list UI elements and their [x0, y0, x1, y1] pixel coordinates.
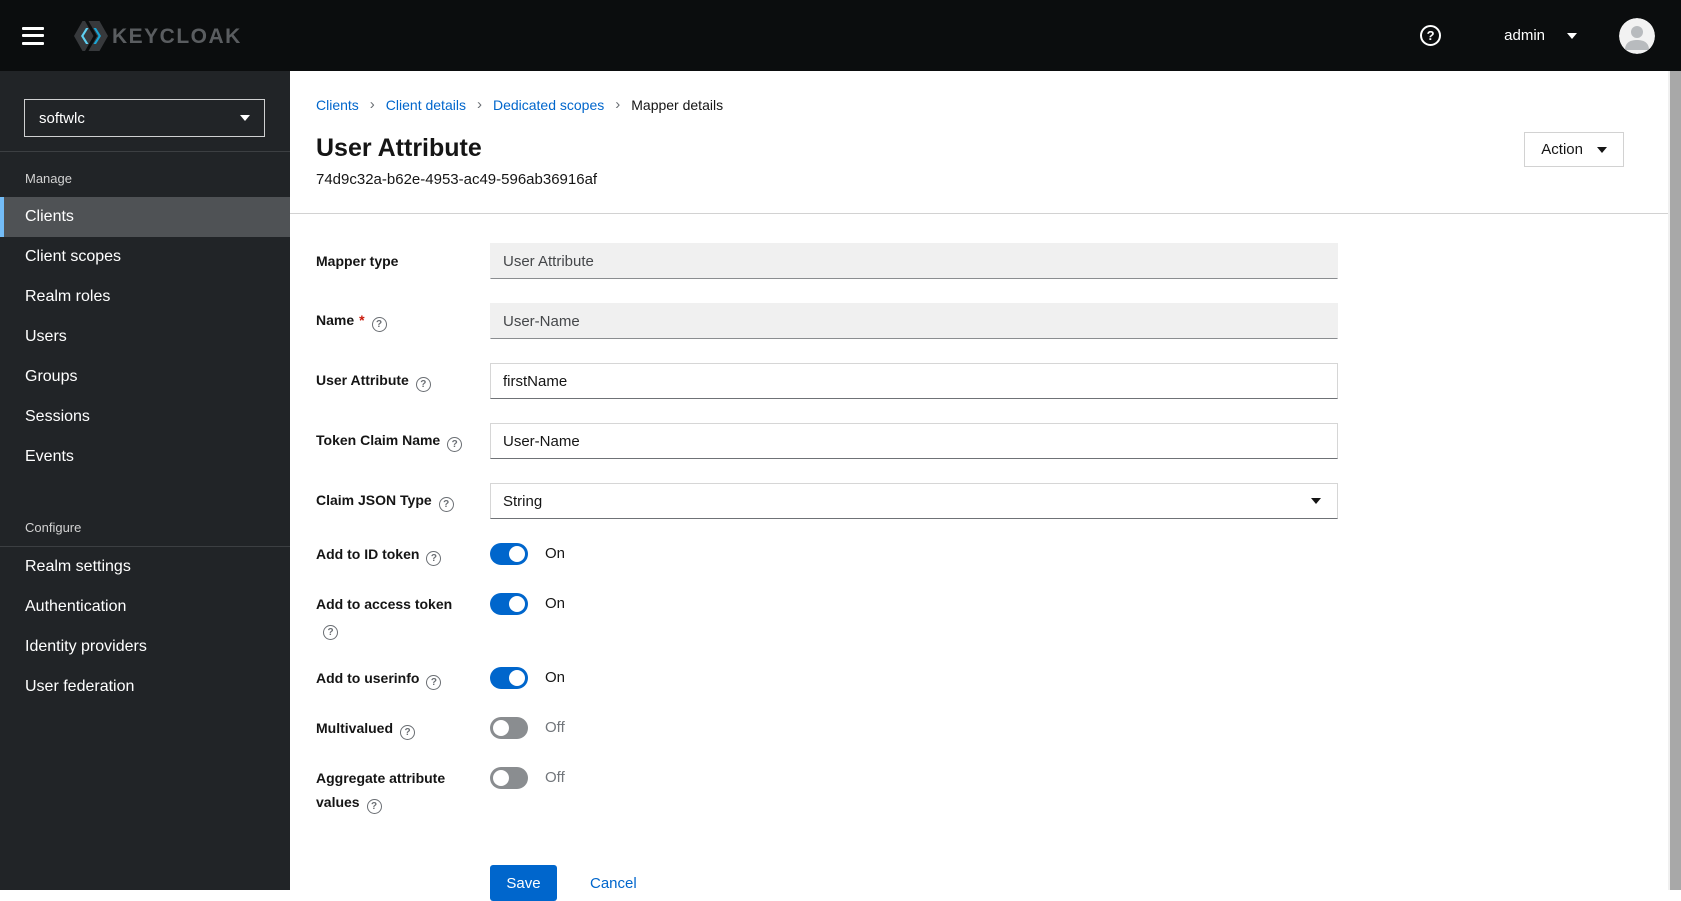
sidebar-item-events[interactable]: Events	[0, 437, 290, 477]
form-actions: Save Cancel	[316, 865, 1668, 901]
mapper-form: Mapper type Name*? User Attribute?	[290, 214, 1668, 901]
sidebar-item-client-scopes[interactable]: Client scopes	[0, 237, 290, 277]
sidebar: softwlc Manage Clients Client scopes Rea…	[0, 71, 290, 890]
sidebar-item-authentication[interactable]: Authentication	[0, 587, 290, 627]
breadcrumb-clients[interactable]: Clients	[316, 97, 359, 113]
add-to-userinfo-toggle[interactable]	[490, 667, 528, 689]
nav-section-configure: Configure	[25, 520, 82, 535]
sidebar-item-user-federation[interactable]: User federation	[0, 667, 290, 707]
mapper-id: 74d9c32a-b62e-4953-ac49-596ab36916af	[316, 171, 598, 188]
breadcrumb-client-details[interactable]: Client details	[386, 97, 466, 113]
breadcrumb: Clients › Client details › Dedicated sco…	[316, 97, 1668, 113]
name-field	[490, 303, 1338, 339]
masthead: KEYCLOAK ? admin	[0, 0, 1681, 71]
multivalued-toggle[interactable]	[490, 717, 528, 739]
chevron-down-icon[interactable]	[1567, 32, 1577, 39]
sidebar-item-clients[interactable]: Clients	[0, 197, 290, 237]
vertical-scrollbar[interactable]	[1668, 71, 1681, 890]
claim-json-type-select[interactable]: String	[490, 483, 1338, 519]
add-to-userinfo-label: Add to userinfo?	[316, 666, 466, 690]
add-to-access-token-toggle[interactable]	[490, 593, 528, 615]
form-row-user-attribute: User Attribute?	[316, 363, 1668, 399]
claim-json-type-label: Claim JSON Type?	[316, 490, 466, 512]
mapper-type-label: Mapper type	[316, 253, 399, 269]
keycloak-logo-svg: KEYCLOAK	[74, 20, 242, 51]
aggregate-attribute-values-toggle[interactable]	[490, 767, 528, 789]
toggle-state-label: On	[545, 595, 566, 612]
help-icon[interactable]: ?	[415, 377, 431, 392]
add-to-id-token-label: Add to ID token?	[316, 542, 466, 566]
page-header: Clients › Client details › Dedicated sco…	[290, 71, 1668, 189]
user-menu-label[interactable]: admin	[1504, 27, 1545, 44]
help-icon[interactable]: ?	[426, 551, 442, 566]
help-icon[interactable]: ?	[447, 437, 463, 452]
chevron-down-icon	[1311, 498, 1321, 504]
nav-section-manage: Manage	[25, 171, 72, 186]
breadcrumb-mapper-details: Mapper details	[631, 97, 724, 113]
main-content: Clients › Client details › Dedicated sco…	[290, 71, 1668, 901]
brand-text: KEYCLOAK	[112, 25, 242, 48]
breadcrumb-separator-icon: ›	[476, 96, 482, 113]
help-icon[interactable]: ?	[426, 675, 442, 690]
toggle-state-label: Off	[545, 719, 565, 736]
help-icon[interactable]: ?	[366, 799, 382, 814]
save-button[interactable]: Save	[490, 865, 557, 901]
add-to-id-token-toggle[interactable]	[490, 543, 528, 565]
mapper-type-field	[490, 243, 1338, 279]
page-title: User Attribute	[316, 134, 482, 162]
sidebar-item-sessions[interactable]: Sessions	[0, 397, 290, 437]
masthead-left: KEYCLOAK	[0, 18, 257, 54]
help-icon[interactable]: ?	[400, 725, 416, 740]
form-row-name: Name *?	[316, 303, 1668, 339]
add-to-access-token-label: Add to access token?	[316, 596, 453, 640]
form-row-claim-json-type: Claim JSON Type? String	[316, 483, 1668, 519]
user-attribute-field[interactable]	[490, 363, 1338, 399]
form-row-add-to-userinfo: Add to userinfo? On	[316, 667, 1668, 690]
toggle-state-label: On	[545, 669, 566, 686]
masthead-right: ? admin	[1420, 0, 1655, 71]
breadcrumb-dedicated-scopes[interactable]: Dedicated scopes	[493, 97, 604, 113]
aggregate-attribute-values-label: Aggregate attribute values?	[316, 770, 446, 814]
sidebar-item-groups[interactable]: Groups	[0, 357, 290, 397]
help-icon[interactable]: ?	[1420, 25, 1442, 46]
nav-gap	[0, 477, 290, 501]
avatar[interactable]	[1619, 17, 1655, 54]
form-row-aggregate-attribute-values: Aggregate attribute values? Off	[316, 767, 1668, 814]
form-row-add-to-access-token: Add to access token? On	[316, 593, 1668, 640]
toggle-state-label: Off	[545, 769, 565, 786]
sidebar-item-realm-roles[interactable]: Realm roles	[0, 277, 290, 317]
user-attribute-label: User Attribute?	[316, 370, 466, 392]
breadcrumb-separator-icon: ›	[369, 96, 375, 113]
sidebar-item-users[interactable]: Users	[0, 317, 290, 357]
sidebar-item-realm-settings[interactable]: Realm settings	[0, 547, 290, 587]
name-label: Name *?	[316, 310, 466, 332]
realm-selector[interactable]: softwlc	[24, 99, 265, 137]
required-asterisk: *	[359, 312, 365, 328]
toggle-state-label: On	[545, 545, 566, 562]
avatar-placeholder-icon	[1619, 17, 1655, 54]
form-row-multivalued: Multivalued? Off	[316, 717, 1668, 740]
form-row-mapper-type: Mapper type	[316, 243, 1668, 279]
sidebar-item-identity-providers[interactable]: Identity providers	[0, 627, 290, 667]
form-row-add-to-id-token: Add to ID token? On	[316, 543, 1668, 566]
form-row-token-claim-name: Token Claim Name?	[316, 423, 1668, 459]
scrollbar-thumb[interactable]	[1670, 71, 1681, 890]
help-icon[interactable]: ?	[371, 317, 387, 332]
help-icon[interactable]: ?	[323, 625, 338, 640]
realm-selector-value: softwlc	[39, 109, 85, 127]
action-dropdown-button[interactable]: Action	[1524, 132, 1624, 167]
token-claim-name-field[interactable]	[490, 423, 1338, 459]
multivalued-label: Multivalued?	[316, 716, 466, 740]
help-icon[interactable]: ?	[438, 497, 454, 512]
cancel-link[interactable]: Cancel	[590, 875, 637, 892]
hamburger-menu-icon[interactable]	[22, 26, 46, 45]
chevron-down-icon	[1597, 146, 1607, 153]
breadcrumb-separator-icon: ›	[615, 96, 621, 113]
keycloak-logo: KEYCLOAK	[73, 18, 257, 54]
token-claim-name-label: Token Claim Name?	[316, 430, 466, 452]
chevron-down-icon	[240, 115, 250, 121]
